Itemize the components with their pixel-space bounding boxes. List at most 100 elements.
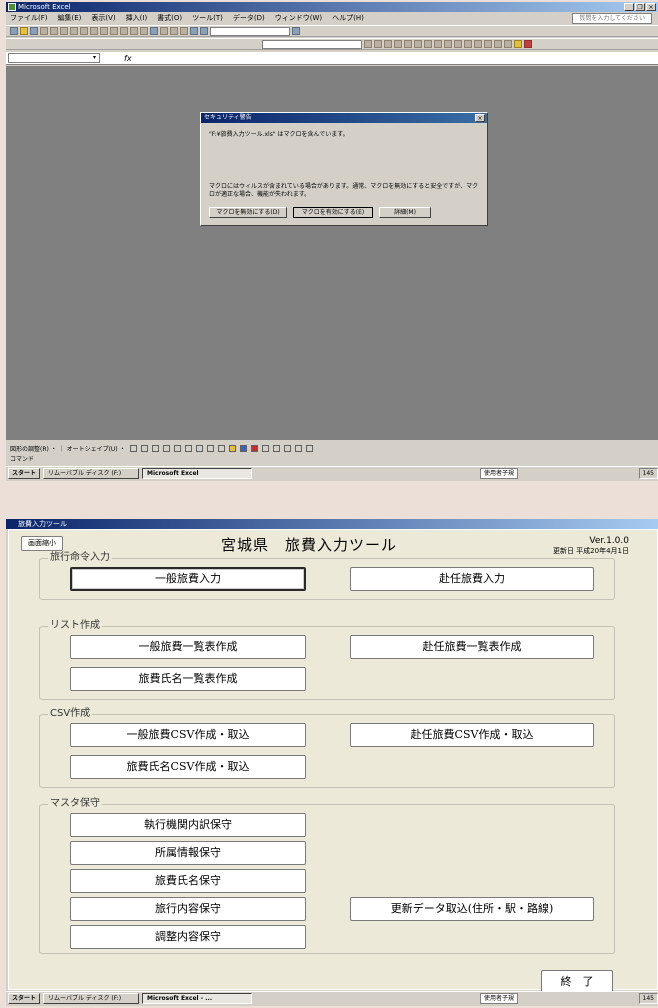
copy-icon[interactable] — [100, 27, 108, 35]
menu-tools[interactable]: ツール(T) — [192, 13, 223, 23]
new-file-icon[interactable] — [10, 27, 18, 35]
transfer-travel-list-button[interactable]: 赴任旅費一覧表作成 — [350, 635, 594, 659]
agency-breakdown-button[interactable]: 執行機関内訳保守 — [70, 813, 306, 837]
comma-icon[interactable] — [454, 40, 462, 48]
shadow-icon[interactable] — [294, 444, 302, 452]
ime-bar[interactable]: 使用者子規 — [479, 468, 518, 479]
hyperlink-icon[interactable] — [150, 27, 158, 35]
bold-icon[interactable] — [364, 40, 372, 48]
transfer-travel-csv-button[interactable]: 赴任旅費CSV作成・取込 — [350, 723, 594, 747]
menu-data[interactable]: データ(D) — [233, 13, 265, 23]
font-color-icon[interactable] — [524, 40, 532, 48]
menu-view[interactable]: 表示(V) — [91, 13, 115, 23]
ime-bar[interactable]: 使用者子規 — [479, 993, 518, 1004]
help-icon[interactable] — [292, 27, 300, 35]
arrow-style-icon[interactable] — [283, 444, 291, 452]
department-info-button[interactable]: 所属情報保守 — [70, 841, 306, 865]
dash-style-icon[interactable] — [272, 444, 280, 452]
menu-format[interactable]: 書式(O) — [157, 13, 182, 23]
font-select[interactable] — [262, 39, 362, 49]
permission-icon[interactable] — [40, 27, 48, 35]
adjustment-content-button[interactable]: 調整内容保守 — [70, 925, 306, 949]
menu-window[interactable]: ウィンドウ(W) — [275, 13, 322, 23]
menu-edit[interactable]: 編集(E) — [58, 13, 82, 23]
close-icon[interactable]: × — [646, 3, 656, 11]
diagram-icon[interactable] — [195, 444, 203, 452]
print-preview-icon[interactable] — [60, 27, 68, 35]
textbox-icon[interactable] — [173, 444, 181, 452]
merge-center-icon[interactable] — [424, 40, 432, 48]
general-travel-input-button[interactable]: 一般旅費入力 — [70, 567, 306, 591]
minimize-icon[interactable]: _ — [624, 3, 634, 11]
start-button[interactable]: スタート — [8, 993, 41, 1004]
3d-icon[interactable] — [305, 444, 313, 452]
menu-help[interactable]: ヘルプ(H) — [332, 13, 364, 23]
fx-icon[interactable]: fx — [124, 52, 132, 65]
align-left-icon[interactable] — [394, 40, 402, 48]
task-excel[interactable]: Microsoft Excel — [142, 468, 253, 479]
traveler-name-list-button[interactable]: 旅費氏名一覧表作成 — [70, 667, 306, 691]
increase-indent-icon[interactable] — [494, 40, 502, 48]
draw-menu[interactable]: 図形の調整(R) ・ ｜ オートシェイプ(U) ・ — [10, 444, 126, 453]
start-button[interactable]: スタート — [8, 468, 41, 479]
save-icon[interactable] — [30, 27, 38, 35]
shrink-screen-button[interactable]: 画面縮小 — [21, 536, 63, 551]
currency-icon[interactable] — [434, 40, 442, 48]
spelling-icon[interactable] — [70, 27, 78, 35]
percent-icon[interactable] — [444, 40, 452, 48]
travel-content-button[interactable]: 旅行内容保守 — [70, 897, 306, 921]
font-color-icon[interactable] — [250, 444, 258, 452]
drawing-icon[interactable] — [200, 27, 208, 35]
align-center-icon[interactable] — [404, 40, 412, 48]
picture-icon[interactable] — [217, 444, 225, 452]
italic-icon[interactable] — [374, 40, 382, 48]
chart-wizard-icon[interactable] — [190, 27, 198, 35]
general-travel-list-button[interactable]: 一般旅費一覧表作成 — [70, 635, 306, 659]
zoom-select[interactable] — [210, 26, 290, 36]
traveler-name-csv-button[interactable]: 旅費氏名CSV作成・取込 — [70, 755, 306, 779]
disable-macros-button[interactable]: マクロを無効にする(D) — [209, 207, 287, 218]
wordart-icon[interactable] — [184, 444, 192, 452]
dialog-close-icon[interactable]: × — [475, 114, 485, 122]
sort-ascending-icon[interactable] — [170, 27, 178, 35]
underline-icon[interactable] — [384, 40, 392, 48]
oval-icon[interactable] — [162, 444, 170, 452]
details-button[interactable]: 詳細(M) — [379, 207, 431, 218]
task-removable-disk[interactable]: リムーバブル ディスク (F:) — [43, 468, 140, 479]
redo-icon[interactable] — [140, 27, 148, 35]
borders-icon[interactable] — [504, 40, 512, 48]
research-icon[interactable] — [80, 27, 88, 35]
decrease-decimal-icon[interactable] — [474, 40, 482, 48]
general-travel-csv-button[interactable]: 一般旅費CSV作成・取込 — [70, 723, 306, 747]
task-removable-disk[interactable]: リムーバブル ディスク (F:) — [43, 993, 140, 1004]
restore-icon[interactable]: ❐ — [635, 3, 645, 11]
transfer-travel-input-button[interactable]: 赴任旅費入力 — [350, 567, 594, 591]
sort-descending-icon[interactable] — [180, 27, 188, 35]
menu-insert[interactable]: 挿入(I) — [126, 13, 148, 23]
task-excel[interactable]: Microsoft Excel - ... — [142, 993, 253, 1004]
clipart-icon[interactable] — [206, 444, 214, 452]
cut-icon[interactable] — [90, 27, 98, 35]
arrow-icon[interactable] — [140, 444, 148, 452]
increase-decimal-icon[interactable] — [464, 40, 472, 48]
name-box[interactable]: ▾ — [8, 53, 100, 63]
paste-icon[interactable] — [110, 27, 118, 35]
line-icon[interactable] — [129, 444, 137, 452]
print-icon[interactable] — [50, 27, 58, 35]
decrease-indent-icon[interactable] — [484, 40, 492, 48]
help-search-input[interactable]: 質問を入力してください — [572, 13, 652, 24]
align-right-icon[interactable] — [414, 40, 422, 48]
line-color-icon[interactable] — [239, 444, 247, 452]
autosum-icon[interactable] — [160, 27, 168, 35]
open-file-icon[interactable] — [20, 27, 28, 35]
enable-macros-button[interactable]: マクロを有効にする(E) — [293, 207, 373, 218]
format-painter-icon[interactable] — [120, 27, 128, 35]
fill-color-icon[interactable] — [514, 40, 522, 48]
undo-icon[interactable] — [130, 27, 138, 35]
traveler-name-button[interactable]: 旅費氏名保守 — [70, 869, 306, 893]
line-style-icon[interactable] — [261, 444, 269, 452]
import-update-data-button[interactable]: 更新データ取込(住所・駅・路線) — [350, 897, 594, 921]
rectangle-icon[interactable] — [151, 444, 159, 452]
fill-color-icon[interactable] — [228, 444, 236, 452]
menu-file[interactable]: ファイル(F) — [10, 13, 48, 23]
